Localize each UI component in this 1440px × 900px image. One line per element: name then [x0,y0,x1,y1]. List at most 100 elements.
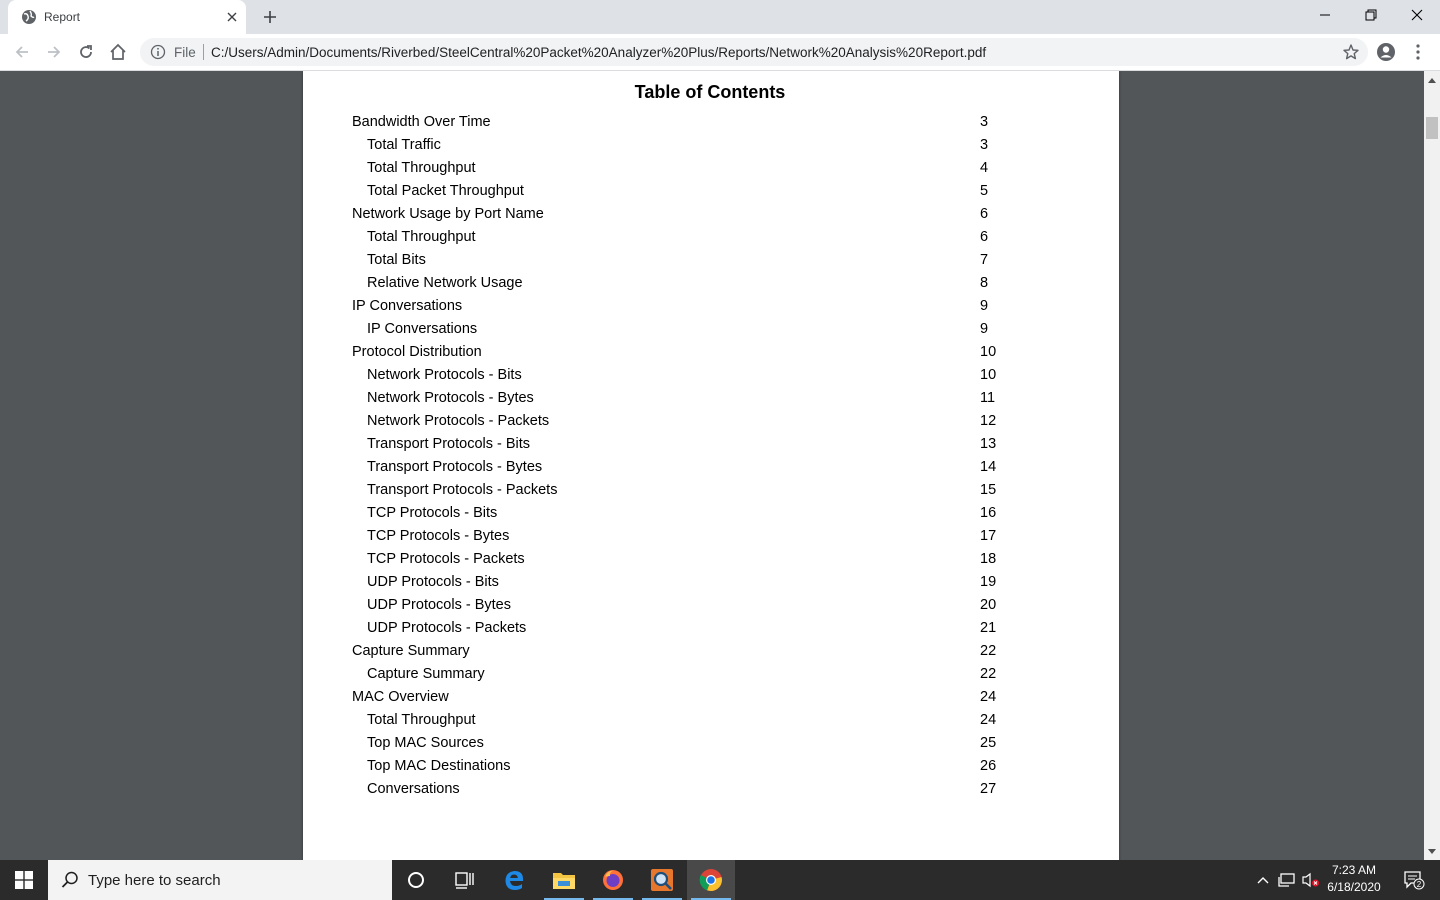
toc-entry-page-number: 6 [980,229,989,245]
cortana-icon[interactable] [392,860,440,900]
tab-strip: Report [0,0,1440,34]
toc-entry[interactable]: UDP Protocols - Bits 19 [352,571,1052,594]
address-separator [203,44,204,60]
search-placeholder: Type here to search [88,872,221,889]
packet-analyzer-app-icon[interactable] [638,860,686,900]
toc-entry-label: Total Traffic [367,137,441,153]
back-icon[interactable] [8,38,36,66]
toc-entry[interactable]: IP Conversations 9 [352,295,1052,318]
firefox-icon[interactable] [589,860,637,900]
toc-entry[interactable]: Network Protocols - Packets 12 [352,410,1052,433]
volume-muted-icon[interactable] [1300,860,1322,900]
address-url[interactable]: C:/Users/Admin/Documents/Riverbed/SteelC… [211,45,986,60]
toc-entry[interactable]: Top MAC Sources 25 [352,732,1052,755]
toc-entry[interactable]: Capture Summary 22 [352,640,1052,663]
scroll-up-arrow-icon[interactable] [1424,71,1440,88]
toc-entry[interactable]: Network Protocols - Bytes 11 [352,387,1052,410]
toc-entry[interactable]: Conversations 27 [352,778,1052,801]
toc-entry-page-number: 24 [980,689,997,705]
toc-entry[interactable]: Total Throughput 24 [352,709,1052,732]
new-tab-icon[interactable] [258,6,282,28]
toc-entry[interactable]: UDP Protocols - Bytes 20 [352,594,1052,617]
forward-icon[interactable] [40,38,68,66]
restore-icon[interactable] [1348,0,1394,30]
toc-entry-label: Network Protocols - Bytes [367,390,534,406]
scroll-down-arrow-icon[interactable] [1424,843,1440,860]
toc-entry[interactable]: Transport Protocols - Bytes 14 [352,456,1052,479]
toc-entry[interactable]: TCP Protocols - Bits 16 [352,502,1052,525]
taskbar-clock[interactable]: 7:23 AM 6/18/2020 [1322,862,1386,898]
toc-entry-label: IP Conversations [352,298,463,314]
toc-entry[interactable]: UDP Protocols - Packets 21 [352,617,1052,640]
toc-entry-label: Relative Network Usage [367,275,523,291]
toc-entry-page-number: 12 [980,413,997,429]
toc-entry-label: Transport Protocols - Packets [367,482,558,498]
close-window-icon[interactable] [1394,0,1440,30]
toc-entry-page-number: 13 [980,436,997,452]
toc-entry-label: Protocol Distribution [352,344,482,360]
home-icon[interactable] [104,38,132,66]
toc-entry[interactable]: Total Throughput 4 [352,157,1052,180]
toc-entry[interactable]: Protocol Distribution 10 [352,341,1052,364]
toc-entry-label: MAC Overview [352,689,449,705]
toc-entry[interactable]: Transport Protocols - Packets 15 [352,479,1052,502]
edge-browser-icon[interactable] [490,860,538,900]
pdf-viewer[interactable]: Table of Contents Bandwidth Over Time 3 To… [0,71,1424,860]
toc-entry-page-number: 22 [980,666,997,682]
toc-entry-page-number: 3 [980,137,989,153]
toc-entry-page-number: 11 [980,390,996,406]
tab-close-icon[interactable] [222,7,242,27]
task-view-icon[interactable] [440,860,488,900]
toc-entry-label: Top MAC Destinations [367,758,511,774]
toc-entry-page-number: 16 [980,505,997,521]
action-center-icon[interactable]: 2 [1394,860,1434,900]
toc-entry[interactable]: Total Throughput 6 [352,226,1052,249]
windows-start-icon[interactable] [0,860,48,900]
tab-report[interactable]: Report [8,0,246,34]
info-icon[interactable] [150,44,166,60]
toc-entry-label: Transport Protocols - Bits [367,436,531,452]
chrome-icon[interactable] [687,860,735,900]
toc-entry[interactable]: Bandwidth Over Time 3 [352,111,1052,134]
scrollbar-thumb[interactable] [1426,117,1438,139]
toc-entry-page-number: 21 [980,620,997,636]
file-explorer-icon[interactable] [540,860,588,900]
profile-icon[interactable] [1374,40,1398,64]
toc-entry[interactable]: Top MAC Destinations 26 [352,755,1052,778]
toc-entry-page-number: 10 [980,344,997,360]
show-hidden-icons-icon[interactable] [1252,860,1274,900]
menu-kebab-icon[interactable] [1406,40,1430,64]
toc-entry[interactable]: Network Usage by Port Name 6 [352,203,1052,226]
reload-icon[interactable] [72,38,100,66]
toc-entry[interactable]: Total Traffic 3 [352,134,1052,157]
toc-entry[interactable]: Relative Network Usage 8 [352,272,1052,295]
toc-entry[interactable]: MAC Overview 24 [352,686,1052,709]
toc-entry-label: UDP Protocols - Bytes [367,597,511,613]
toc-entry-page-number: 5 [980,183,989,199]
tab-title: Report [44,10,81,24]
network-icon[interactable] [1276,860,1298,900]
toc-entry[interactable]: Transport Protocols - Bits 13 [352,433,1052,456]
scheme-label: File [174,45,196,60]
minimize-icon[interactable] [1302,0,1348,30]
toc-entry-label: UDP Protocols - Packets [367,620,527,636]
toc-entry[interactable]: TCP Protocols - Bytes 17 [352,525,1052,548]
address-bar[interactable]: File C:/Users/Admin/Documents/Riverbed/S… [140,38,1368,66]
vertical-scrollbar[interactable] [1424,71,1440,860]
toc-entry[interactable]: TCP Protocols - Packets 18 [352,548,1052,571]
toc-entry-page-number: 9 [980,298,989,314]
clock-time: 7:23 AM [1331,863,1377,877]
toc-entry[interactable]: Total Packet Throughput 5 [352,180,1052,203]
toc-entry-page-number: 24 [980,712,997,728]
taskbar-search-box[interactable]: Type here to search [48,860,392,900]
bookmark-star-icon[interactable] [1342,43,1360,61]
toc-entry[interactable]: Capture Summary 22 [352,663,1052,686]
toc-entry[interactable]: Network Protocols - Bits 10 [352,364,1052,387]
toc-heading: Table of Contents [634,82,786,102]
toc-entry-page-number: 25 [980,735,997,751]
toc-entry[interactable]: IP Conversations 9 [352,318,1052,341]
toc-entry-page-number: 15 [980,482,997,498]
toc-entry[interactable]: Total Bits 7 [352,249,1052,272]
toc-entry-page-number: 8 [980,275,989,291]
toc-entry-label: Capture Summary [367,666,485,682]
